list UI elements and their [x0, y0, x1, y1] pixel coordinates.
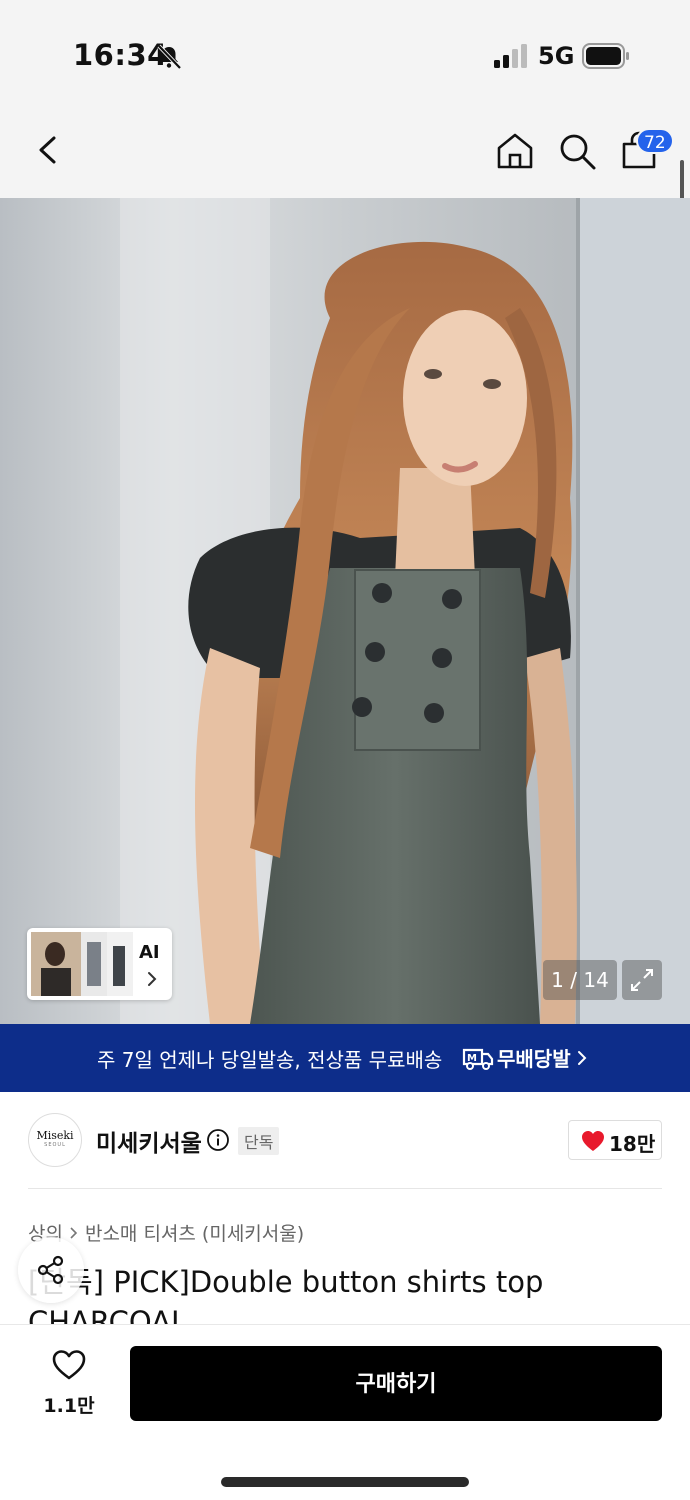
home-icon[interactable]: [494, 130, 536, 172]
chevron-right-icon: [148, 972, 157, 986]
banner-text: 주 7일 언제나 당일발송, 전상품 무료배송: [97, 1048, 443, 1072]
brand-name[interactable]: 미세키서울: [96, 1124, 202, 1158]
brand-like-count: 18만: [609, 1132, 656, 1156]
exclusive-badge: 단독: [238, 1127, 280, 1155]
chevron-right-icon: [70, 1226, 78, 1239]
chevron-right-icon: [578, 1051, 587, 1065]
status-time: 16:34: [73, 38, 168, 72]
status-bar: 16:34 5G: [0, 0, 690, 100]
search-icon[interactable]: [556, 130, 598, 172]
ai-styling-card[interactable]: AI: [27, 928, 172, 1000]
wishlist-count: 1.1만: [43, 1395, 95, 1417]
ai-label: AI: [139, 942, 160, 963]
cart-count-badge: 72: [636, 128, 674, 154]
wishlist-button[interactable]: 1.1만: [40, 1349, 98, 1421]
buy-button[interactable]: 구매하기: [130, 1346, 662, 1421]
svg-text:M: M: [467, 1053, 477, 1064]
divider: [28, 1188, 662, 1189]
brand-like-button[interactable]: 18만: [568, 1120, 662, 1160]
ai-thumbnail-images: [31, 932, 133, 996]
share-button[interactable]: [18, 1237, 84, 1303]
expand-icon[interactable]: [622, 960, 662, 1000]
share-icon: [37, 1255, 64, 1285]
brand-logo-text: Miseki: [36, 1129, 74, 1142]
image-counter: 1 / 14: [543, 960, 617, 1000]
back-button[interactable]: [28, 130, 68, 170]
banner-brand: 무배당발: [497, 1047, 571, 1071]
signal-icon: [494, 44, 527, 68]
breadcrumb-item[interactable]: 반소매 티셔츠 (미세키서울): [85, 1219, 304, 1246]
info-icon[interactable]: [206, 1128, 230, 1152]
brand-logo-subtext: SEOUL: [44, 1142, 66, 1148]
product-image-carousel[interactable]: AI 1 / 14: [0, 198, 690, 1024]
heart-outline-icon: [52, 1350, 86, 1380]
home-indicator: [221, 1477, 469, 1487]
bell-slash-icon: [157, 44, 182, 70]
bottom-action-bar: 1.1만 구매하기: [0, 1324, 690, 1500]
brand-logo[interactable]: Miseki SEOUL: [28, 1113, 82, 1167]
top-header: [0, 100, 690, 198]
network-label: 5G: [538, 42, 575, 70]
heart-filled-icon: [582, 1131, 604, 1151]
product-photo: [0, 198, 690, 1024]
truck-icon: M: [462, 1048, 494, 1070]
product-title: [단독] PICK]Double button shirts top CHARC…: [28, 1265, 544, 1324]
battery-icon: [582, 43, 629, 69]
shipping-banner[interactable]: 주 7일 언제나 당일발송, 전상품 무료배송 M 무배당발: [0, 1024, 690, 1092]
